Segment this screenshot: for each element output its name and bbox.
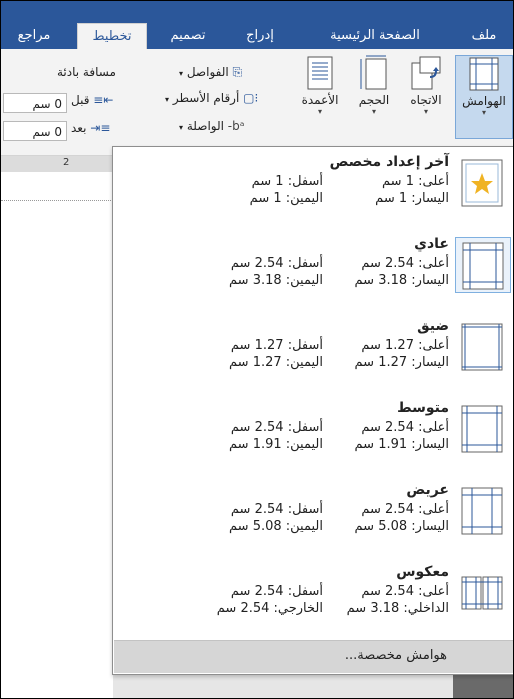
chevron-down-icon: ▾ bbox=[179, 69, 184, 78]
top-value: أعلى: 1.27 سم bbox=[361, 338, 449, 353]
before-label-text: قبل bbox=[71, 93, 90, 107]
chevron-down-icon: ▾ bbox=[371, 107, 376, 116]
page-size-icon bbox=[360, 55, 387, 90]
bottom-value: أسفل: 1.27 سم bbox=[230, 338, 323, 353]
bottom-value: أسفل: 2.54 سم bbox=[230, 420, 323, 435]
option-name: آخر إعداد مخصص bbox=[329, 154, 449, 170]
left-value: اليسار: 5.08 سم bbox=[354, 519, 450, 534]
tab-insert[interactable]: إدراج bbox=[229, 23, 291, 49]
margin-option-narrow[interactable]: ضيق أعلى: 1.27 سم اليسار: 1.27 سم أسفل: … bbox=[114, 311, 513, 387]
margin-option-moderate[interactable]: متوسط أعلى: 2.54 سم اليسار: 1.91 سم أسفل… bbox=[114, 393, 513, 469]
option-name: عادي bbox=[414, 236, 449, 252]
left-value: اليسار: 3.18 سم bbox=[354, 273, 450, 288]
right-value: اليمين: 1.27 سم bbox=[229, 355, 323, 370]
word-window: ملف الصفحة الرئيسية إدراج تصميم تخطيط مر… bbox=[0, 0, 514, 699]
orientation-label: الاتجاه bbox=[410, 93, 442, 107]
top-value: أعلى: 2.54 سم bbox=[361, 256, 449, 271]
normal-margins-icon bbox=[455, 237, 511, 293]
orientation-icon bbox=[411, 56, 441, 90]
inside-value: الداخلي: 3.18 سم bbox=[346, 601, 449, 616]
hyphenation-button[interactable]: bᵃ- الواصلة ▾ bbox=[179, 119, 244, 133]
line-numbers-button[interactable]: ⁝▢ أرقام الأسطر ▾ bbox=[165, 91, 258, 105]
left-value: اليسار: 1 سم bbox=[375, 191, 449, 206]
ruler-number: 2 bbox=[63, 157, 70, 168]
outside-value: الخارجي: 2.54 سم bbox=[216, 601, 323, 616]
right-value: اليمين: 1.91 سم bbox=[229, 437, 323, 452]
breaks-button[interactable]: ⎘ الفواصل ▾ bbox=[179, 65, 242, 80]
margins-button[interactable]: الهوامش ▾ bbox=[455, 55, 513, 139]
left-value: اليسار: 1.91 سم bbox=[354, 437, 450, 452]
left-value: اليسار: 1.27 سم bbox=[354, 355, 450, 370]
line-numbers-icon: ⁝▢ bbox=[243, 91, 259, 105]
bottom-value: أسفل: 1 سم bbox=[251, 174, 323, 189]
option-name: معكوس bbox=[396, 564, 449, 580]
margins-icon bbox=[469, 57, 499, 91]
margins-gallery: آخر إعداد مخصص أعلى: 1 سم اليسار: 1 سم أ… bbox=[112, 146, 513, 675]
top-value: أعلى: 2.54 سم bbox=[361, 502, 449, 517]
chevron-down-icon: ▾ bbox=[179, 123, 184, 132]
bottom-value: أسفل: 2.54 سم bbox=[230, 502, 323, 517]
chevron-down-icon: ▾ bbox=[165, 95, 170, 104]
margin-option-wide[interactable]: عريض أعلى: 2.54 سم اليسار: 5.08 سم أسفل:… bbox=[114, 475, 513, 551]
narrow-margins-icon bbox=[455, 319, 511, 375]
document-page[interactable] bbox=[1, 172, 113, 698]
tab-layout[interactable]: تخطيط bbox=[77, 23, 147, 50]
bottom-value: أسفل: 2.54 سم bbox=[230, 256, 323, 271]
moderate-margins-icon bbox=[455, 401, 511, 457]
right-value: اليمين: 5.08 سم bbox=[229, 519, 323, 534]
tab-design[interactable]: تصميم bbox=[155, 23, 221, 49]
indent-after-label: ≡⇥ بعد bbox=[71, 121, 110, 135]
top-value: أعلى: 2.54 سم bbox=[361, 420, 449, 435]
indent-after-icon: ≡⇥ bbox=[90, 121, 111, 135]
columns-label: الأعمدة bbox=[301, 93, 339, 107]
size-label: الحجم bbox=[358, 93, 390, 107]
indent-before-input[interactable]: 0 سم bbox=[3, 93, 67, 113]
option-name: عريض bbox=[406, 482, 449, 498]
tab-home[interactable]: الصفحة الرئيسية bbox=[299, 23, 451, 49]
mirrored-margins-icon bbox=[455, 565, 511, 621]
columns-button[interactable]: الأعمدة ▾ bbox=[291, 55, 349, 137]
option-name: ضيق bbox=[417, 318, 449, 334]
text-boundary-line bbox=[1, 200, 113, 201]
chevron-down-icon: ▾ bbox=[317, 107, 322, 116]
after-label-text: بعد bbox=[71, 121, 87, 135]
top-value: أعلى: 1 سم bbox=[382, 174, 449, 189]
top-value: أعلى: 2.54 سم bbox=[361, 584, 449, 599]
ribbon-tab-bar: ملف الصفحة الرئيسية إدراج تصميم تخطيط مر… bbox=[1, 1, 513, 50]
star-page-icon bbox=[455, 155, 511, 211]
tab-references[interactable]: مراجع bbox=[1, 23, 67, 49]
indent-before-icon: ⇤≡ bbox=[93, 93, 114, 107]
hyphenation-icon: bᵃ- bbox=[227, 119, 245, 133]
wide-margins-icon bbox=[455, 483, 511, 539]
tab-file[interactable]: ملف bbox=[459, 23, 509, 49]
bottom-value: أسفل: 2.54 سم bbox=[230, 584, 323, 599]
size-button[interactable]: الحجم ▾ bbox=[351, 55, 397, 137]
layout-ribbon: الهوامش ▾ الاتجاه ▾ الحجم ▾ الأعمدة ▾ ⎘ … bbox=[1, 49, 513, 156]
breaks-icon: ⎘ bbox=[232, 65, 243, 79]
option-name: متوسط bbox=[397, 400, 449, 416]
right-value: اليمين: 1 سم bbox=[249, 191, 323, 206]
margins-label: الهوامش bbox=[462, 94, 506, 108]
columns-icon bbox=[307, 56, 333, 90]
right-value: اليمين: 3.18 سم bbox=[229, 273, 323, 288]
breaks-label: الفواصل bbox=[186, 65, 229, 79]
indent-after-input[interactable]: 0 سم bbox=[3, 121, 67, 141]
orientation-button[interactable]: الاتجاه ▾ bbox=[399, 55, 453, 137]
hyphenation-label: الواصلة bbox=[186, 119, 224, 133]
chevron-down-icon: ▾ bbox=[481, 108, 486, 117]
indent-before-label: ⇤≡ قبل bbox=[71, 93, 113, 107]
custom-margins-button[interactable]: هوامش مخصصة... bbox=[114, 640, 513, 673]
custom-margins-label: هوامش مخصصة... bbox=[344, 648, 447, 663]
gray-background-strip bbox=[453, 673, 513, 698]
margin-option-last-custom[interactable]: آخر إعداد مخصص أعلى: 1 سم اليسار: 1 سم أ… bbox=[114, 147, 513, 223]
indent-group-title: مسافة بادئة bbox=[57, 65, 116, 79]
chevron-down-icon: ▾ bbox=[423, 107, 428, 116]
margin-option-normal[interactable]: عادي أعلى: 2.54 سم اليسار: 3.18 سم أسفل:… bbox=[114, 229, 513, 305]
line-numbers-label: أرقام الأسطر bbox=[172, 91, 240, 105]
margin-option-mirrored[interactable]: معكوس أعلى: 2.54 سم الداخلي: 3.18 سم أسف… bbox=[114, 557, 513, 633]
